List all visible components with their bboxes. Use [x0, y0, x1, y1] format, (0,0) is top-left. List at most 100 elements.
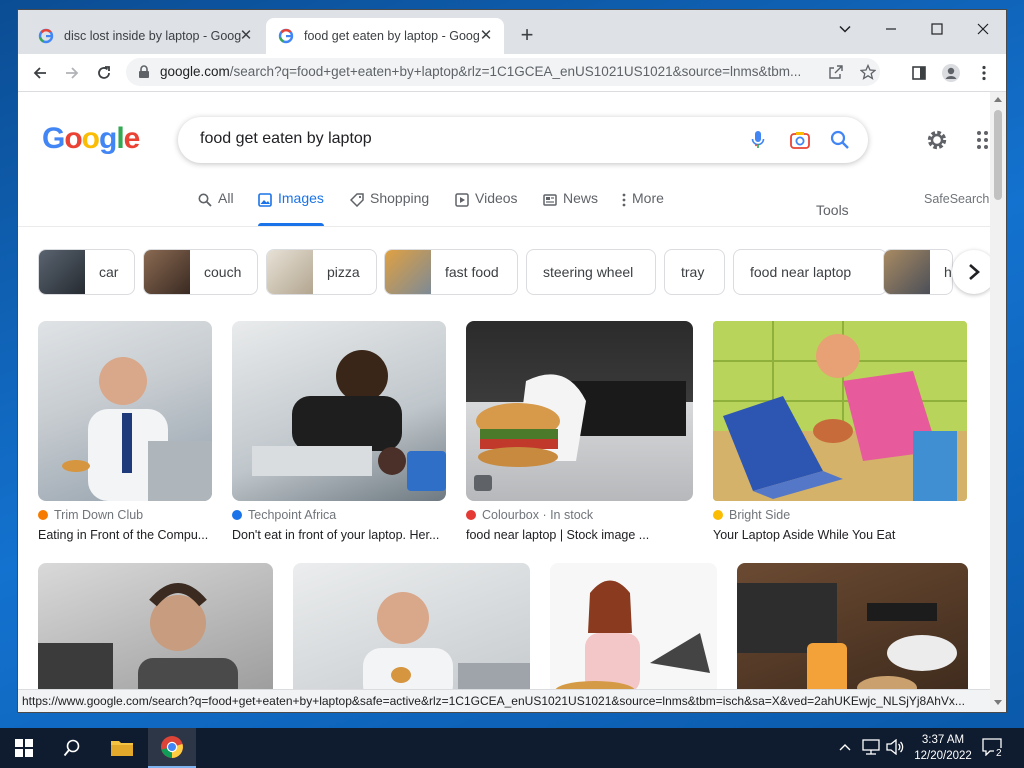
result-thumbnail[interactable] — [293, 563, 530, 703]
image-result[interactable] — [293, 563, 530, 703]
tab-label: Shopping — [370, 190, 430, 206]
voice-search-button[interactable] — [746, 128, 770, 152]
result-thumbnail[interactable] — [466, 321, 693, 501]
image-result[interactable] — [737, 563, 968, 703]
result-source[interactable]: Colourbox · In stock — [466, 508, 593, 522]
file-explorer-button[interactable] — [98, 728, 146, 768]
chevron-up-icon[interactable] — [838, 742, 852, 752]
result-thumbnail[interactable] — [38, 563, 273, 703]
search-box[interactable]: food get eaten by laptop — [178, 117, 868, 163]
chips-next-button[interactable] — [952, 250, 990, 294]
url-domain: google.com — [160, 64, 230, 79]
chrome-taskbar-button[interactable] — [148, 728, 196, 768]
scroll-up-icon[interactable] — [994, 96, 1002, 102]
more-vert-icon — [982, 65, 986, 81]
folder-icon — [111, 741, 133, 756]
gear-icon[interactable] — [924, 127, 950, 153]
side-panel-button[interactable] — [906, 60, 932, 86]
taskbar-search-button[interactable] — [48, 728, 96, 768]
google-logo[interactable]: Google — [42, 122, 140, 156]
chip-thumbnail — [39, 250, 85, 294]
network-icon[interactable] — [862, 739, 880, 755]
scroll-down-icon[interactable] — [994, 700, 1002, 706]
chip-car[interactable]: car — [38, 249, 135, 295]
result-image — [713, 321, 967, 501]
result-image — [555, 580, 710, 701]
tab-shopping[interactable]: Shopping — [350, 190, 429, 226]
image-search-button[interactable] — [788, 128, 812, 152]
result-image — [38, 583, 238, 703]
scrollbar[interactable] — [990, 92, 1006, 712]
result-source[interactable]: Techpoint Africa — [232, 508, 336, 522]
tab-search-button[interactable] — [822, 14, 868, 44]
chrome-menu-button[interactable] — [971, 60, 997, 86]
windows-logo-icon — [15, 739, 33, 757]
close-window-button[interactable] — [960, 14, 1006, 44]
result-image — [252, 350, 446, 491]
chip-food-near-laptop[interactable]: food near laptop — [733, 249, 887, 295]
result-thumbnail[interactable] — [713, 321, 967, 501]
result-thumbnail[interactable] — [550, 563, 717, 703]
result-source[interactable]: Trim Down Club — [38, 508, 143, 522]
back-button[interactable] — [27, 60, 53, 86]
result-title[interactable]: Don't eat in front of your laptop. Her..… — [232, 528, 446, 542]
result-thumbnail[interactable] — [737, 563, 968, 703]
status-url: https://www.google.com/search?q=food+get… — [22, 694, 965, 708]
chip-thumbnail — [385, 250, 431, 294]
tools-button[interactable]: Tools — [816, 202, 849, 218]
scrollbar-thumb[interactable] — [994, 110, 1002, 200]
reload-button[interactable] — [91, 60, 117, 86]
tab-videos[interactable]: Videos — [455, 190, 518, 226]
tab-all[interactable]: All — [198, 190, 234, 226]
search-button[interactable] — [828, 128, 852, 152]
result-title[interactable]: Your Laptop Aside While You Eat — [713, 528, 967, 542]
tab-news[interactable]: News — [543, 190, 598, 226]
chrome-icon — [161, 736, 183, 758]
address-bar[interactable]: google.com/search?q=food+get+eaten+by+la… — [126, 58, 880, 86]
clock-date: 12/20/2022 — [914, 750, 972, 762]
close-icon[interactable]: ✕ — [238, 28, 254, 44]
notifications-button[interactable]: 2 — [980, 736, 1006, 762]
browser-tab[interactable]: disc lost inside by laptop - Goog ✕ — [26, 18, 264, 54]
search-input[interactable]: food get eaten by laptop — [200, 130, 372, 148]
result-source[interactable]: Bright Side — [713, 508, 790, 522]
result-title[interactable]: food near laptop | Stock image ... — [466, 528, 693, 542]
result-thumbnail[interactable] — [232, 321, 446, 501]
tab-label: Images — [278, 190, 324, 206]
chip-tray[interactable]: tray — [664, 249, 725, 295]
chip-fast-food[interactable]: fast food — [384, 249, 518, 295]
maximize-button[interactable] — [914, 14, 960, 44]
start-button[interactable] — [0, 728, 48, 768]
result-thumbnail[interactable] — [38, 321, 212, 501]
image-result[interactable]: Trim Down Club Eating in Front of the Co… — [38, 321, 212, 545]
browser-tab-active[interactable]: food get eaten by laptop - Goog ✕ — [266, 18, 504, 54]
image-result[interactable]: Colourbox · In stock food near laptop | … — [466, 321, 693, 545]
image-result[interactable] — [38, 563, 273, 703]
maximize-icon — [931, 23, 943, 35]
result-title[interactable]: Eating in Front of the Compu... — [38, 528, 212, 542]
new-tab-button[interactable]: + — [515, 24, 539, 48]
volume-icon[interactable] — [886, 739, 904, 755]
tab-more[interactable]: More — [622, 190, 664, 226]
share-icon[interactable] — [828, 64, 844, 80]
image-result[interactable]: Bright Side Your Laptop Aside While You … — [713, 321, 967, 545]
tab-label: All — [218, 190, 234, 206]
forward-button[interactable] — [59, 60, 85, 86]
chip-thumbnail — [144, 250, 190, 294]
image-result[interactable] — [550, 563, 717, 703]
tab-images[interactable]: Images — [258, 190, 324, 226]
browser-toolbar: google.com/search?q=food+get+eaten+by+la… — [18, 54, 1006, 92]
minimize-button[interactable] — [868, 14, 914, 44]
profile-button[interactable] — [938, 60, 964, 86]
chip-steering-wheel[interactable]: steering wheel — [526, 249, 656, 295]
clock[interactable]: 3:37 AM 12/20/2022 — [913, 732, 973, 764]
safesearch-button[interactable]: SafeSearch — [924, 192, 989, 206]
chip-partial[interactable]: ha — [883, 249, 953, 295]
image-result[interactable]: Techpoint Africa Don't eat in front of y… — [232, 321, 446, 545]
microphone-icon — [751, 131, 765, 148]
apps-grid-icon[interactable] — [976, 130, 990, 150]
chip-couch[interactable]: couch — [143, 249, 258, 295]
close-icon[interactable]: ✕ — [478, 28, 494, 44]
chip-pizza[interactable]: pizza — [266, 249, 377, 295]
bookmark-star-icon[interactable] — [860, 64, 876, 80]
